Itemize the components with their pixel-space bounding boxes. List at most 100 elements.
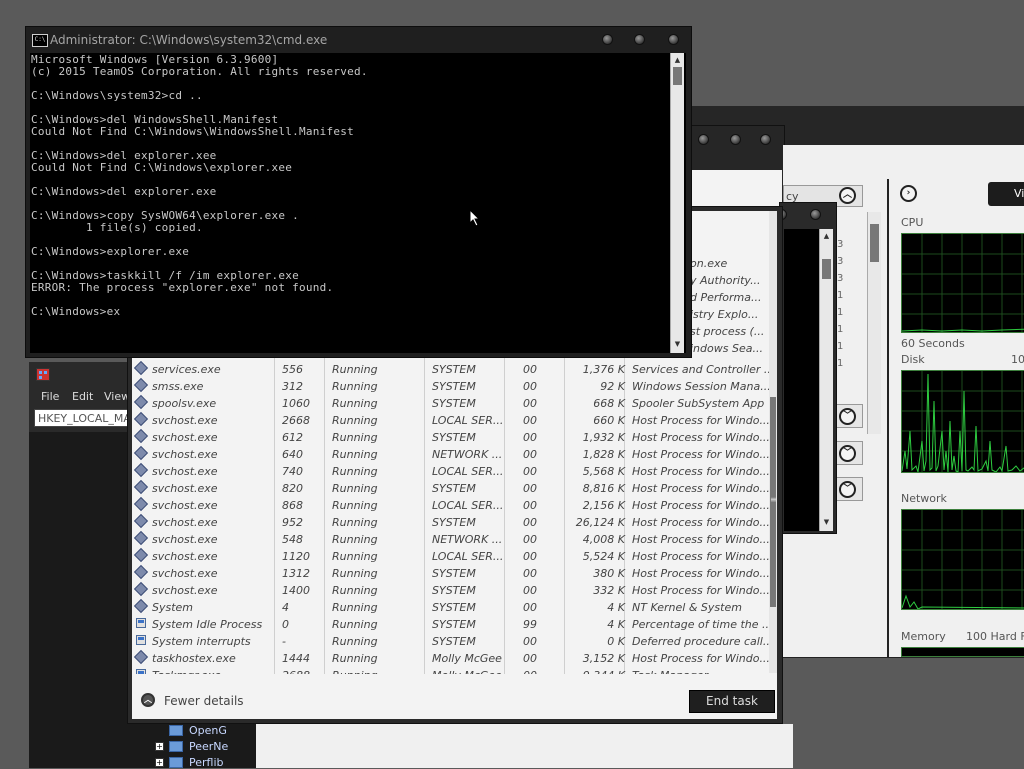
cpu-cell: 00: [523, 363, 537, 376]
user-cell: SYSTEM: [432, 482, 476, 495]
end-task-button[interactable]: End task: [689, 690, 775, 713]
user-cell: LOCAL SER...: [432, 550, 504, 563]
vertical-scrollbar[interactable]: ▲ ▼: [819, 229, 833, 531]
cpu-cell: 00: [523, 584, 537, 597]
perf-topbar: [783, 145, 1024, 179]
table-row[interactable]: svchost.exe 740 Running LOCAL SER... 00 5,568…: [132, 462, 770, 480]
name-cell: smss.exe: [152, 380, 204, 393]
cpu-cell: 00: [523, 499, 537, 512]
table-row[interactable]: svchost.exe 820 Running SYSTEM 00 8,816 K Host…: [132, 479, 770, 497]
scrollbar-thumb[interactable]: [673, 67, 682, 85]
user-cell: LOCAL SER...: [432, 499, 504, 512]
status-cell: Running: [332, 482, 378, 495]
status-cell: Running: [332, 516, 378, 529]
chevron-up-icon[interactable]: ︿: [141, 693, 155, 707]
description-cell: Host Process for Windo...: [632, 567, 770, 580]
maximize-button[interactable]: [730, 134, 741, 145]
expand-icon[interactable]: ﹀: [839, 445, 856, 462]
table-row[interactable]: services.exe 556 Running SYSTEM 00 1,376 K Ser…: [132, 361, 770, 378]
pid-cell: 2668: [282, 414, 310, 427]
name-cell: svchost.exe: [152, 414, 218, 427]
expand-icon[interactable]: ﹀: [839, 481, 856, 498]
collapse-icon[interactable]: ︿: [839, 187, 856, 204]
scroll-down-icon[interactable]: ▼: [672, 339, 683, 349]
process-icon: [133, 547, 149, 563]
menu-edit[interactable]: Edit: [72, 390, 93, 403]
table-row[interactable]: System Idle Process 0 Running SYSTEM 99 4 K Pe…: [132, 616, 770, 633]
table-row[interactable]: System interrupts - Running SYSTEM 00 0 K Defe…: [132, 633, 770, 650]
status-cell: Running: [332, 618, 378, 631]
table-row[interactable]: svchost.exe 612 Running SYSTEM 00 1,932 K Host…: [132, 428, 770, 446]
scroll-up-icon[interactable]: ▲: [821, 231, 832, 241]
menu-file[interactable]: File: [41, 390, 59, 403]
table-row[interactable]: System 4 Running SYSTEM 00 4 K NT Kernel & Sys…: [132, 598, 770, 616]
table-row[interactable]: svchost.exe 1120 Running LOCAL SER... 00 5,52…: [132, 547, 770, 565]
name-cell: System: [152, 601, 194, 614]
maximize-button[interactable]: [634, 34, 645, 45]
memory-cell: 8,816 K: [582, 482, 625, 495]
description-cell: Host Process for Windo...: [632, 516, 770, 529]
disk-graph-svg: [902, 371, 1024, 472]
cpu-label: CPU: [901, 216, 924, 229]
name-cell: svchost.exe: [152, 533, 218, 546]
close-button[interactable]: [810, 209, 821, 220]
memory-cell: 332 K: [593, 584, 625, 597]
chevron-right-icon[interactable]: ›: [900, 185, 917, 202]
memory-cell: 660 K: [593, 414, 625, 427]
close-button[interactable]: [668, 34, 679, 45]
minimize-button[interactable]: [602, 34, 613, 45]
scroll-down-icon[interactable]: ▼: [821, 517, 832, 527]
table-row[interactable]: svchost.exe 868 Running LOCAL SER... 00 2,156…: [132, 496, 770, 514]
status-cell: Running: [332, 601, 378, 614]
vertical-scrollbar[interactable]: [867, 212, 881, 434]
fewer-details-link[interactable]: Fewer details: [164, 694, 244, 708]
pid-cell: 4: [282, 601, 289, 614]
table-row[interactable]: taskhostex.exe 1444 Running Molly McGee 00 3,…: [132, 649, 770, 667]
description-cell: Host Process for Windo...: [632, 584, 770, 597]
close-button[interactable]: [760, 134, 771, 145]
name-cell: svchost.exe: [152, 567, 218, 580]
status-cell: Running: [332, 652, 378, 665]
memory-cell: 1,376 K: [582, 363, 625, 376]
description-cell: Spooler SubSystem App: [632, 397, 765, 410]
expand-icon[interactable]: +: [155, 742, 164, 751]
user-cell: SYSTEM: [432, 363, 476, 376]
mouse-cursor-icon: [469, 209, 481, 227]
pid-cell: 1060: [282, 397, 310, 410]
expand-icon[interactable]: +: [155, 758, 164, 767]
vertical-scrollbar[interactable]: ≡: [769, 211, 777, 673]
description-cell: Host Process for Windo...: [632, 550, 770, 563]
view-button[interactable]: Vi: [988, 182, 1024, 206]
table-row[interactable]: svchost.exe 1400 Running SYSTEM 00 332 K Host …: [132, 581, 770, 599]
description-cell: Host Process for Windo...: [632, 652, 770, 665]
user-cell: NETWORK ...: [432, 533, 503, 546]
scroll-up-icon[interactable]: ▲: [672, 55, 683, 65]
pid-cell: 952: [282, 516, 303, 529]
console-output[interactable]: Microsoft Windows [Version 6.3.9600] (c)…: [30, 53, 686, 353]
cpu-cell: 00: [523, 414, 537, 427]
cpu-cell: 00: [523, 533, 537, 546]
memory-cell: 1,932 K: [582, 431, 625, 444]
table-row[interactable]: svchost.exe 952 Running SYSTEM 00 26,124 K Hos…: [132, 513, 770, 531]
table-row[interactable]: Taskmgr.exe2688RunningMolly McGee009,344…: [132, 667, 770, 674]
table-row[interactable]: svchost.exe 1312 Running SYSTEM 00 380 K Host …: [132, 564, 770, 582]
memory-cell: 3,152 K: [582, 652, 625, 665]
table-row[interactable]: svchost.exe 548 Running NETWORK ... 00 4,008 …: [132, 530, 770, 548]
process-icon: [133, 564, 149, 580]
vertical-scrollbar[interactable]: ▲ ▼: [670, 53, 684, 353]
process-icon: [133, 496, 149, 512]
minimize-button[interactable]: [698, 134, 709, 145]
expand-icon[interactable]: ﹀: [839, 408, 856, 425]
table-row[interactable]: svchost.exe 2668 Running LOCAL SER... 00 660 …: [132, 411, 770, 429]
table-row[interactable]: spoolsv.exe 1060 Running SYSTEM 00 668 K Spool…: [132, 394, 770, 412]
description-cell: d Performa...: [690, 291, 762, 304]
user-cell: LOCAL SER...: [432, 465, 504, 478]
folder-icon: [169, 741, 183, 752]
cpu-cell: 00: [523, 516, 537, 529]
name-cell: svchost.exe: [152, 499, 218, 512]
name-cell: svchost.exe: [152, 448, 218, 461]
cpu-cell: 00: [523, 550, 537, 563]
table-row[interactable]: svchost.exe 640 Running NETWORK ... 00 1,828 …: [132, 445, 770, 463]
user-cell: SYSTEM: [432, 567, 476, 580]
table-row[interactable]: smss.exe 312 Running SYSTEM 00 92 K Windows Se…: [132, 377, 770, 395]
